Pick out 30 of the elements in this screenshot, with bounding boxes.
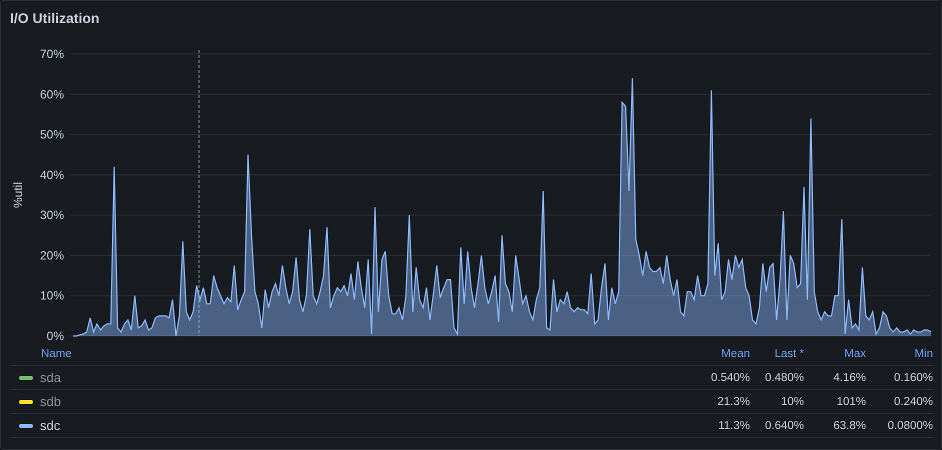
y-axis-label: %util xyxy=(11,182,25,208)
table-cell: 0.240% xyxy=(894,396,933,408)
y-tick-label: 20% xyxy=(40,248,64,262)
table-cell: 0.540% xyxy=(710,372,750,384)
column-header[interactable]: Name xyxy=(41,348,72,360)
panel-title: I/O Utilization xyxy=(9,9,100,28)
series-name[interactable]: sdb xyxy=(40,394,61,409)
y-tick-label: 70% xyxy=(40,47,64,61)
y-tick-label: 30% xyxy=(40,208,64,222)
column-header[interactable]: Min xyxy=(914,348,933,360)
y-tick-label: 10% xyxy=(40,288,64,303)
column-header[interactable]: Last * xyxy=(774,348,804,360)
y-tick-label: 40% xyxy=(40,168,64,182)
series-name[interactable]: sda xyxy=(40,370,61,385)
table-cell: 21.3% xyxy=(717,396,750,408)
column-header[interactable]: Mean xyxy=(721,348,750,360)
table-cell: 0.0800% xyxy=(888,420,933,432)
table-cell: 0.480% xyxy=(764,372,804,384)
table-cell: 0.640% xyxy=(764,420,804,432)
series-name[interactable]: sdc xyxy=(40,418,60,433)
table-cell: 10% xyxy=(780,396,804,408)
table-cell: 63.8% xyxy=(833,420,866,432)
y-tick-label: 0% xyxy=(46,329,64,342)
table-cell: 11.3% xyxy=(718,420,750,432)
table-cell: 0.160% xyxy=(894,372,933,384)
column-header[interactable]: Max xyxy=(844,348,866,360)
y-tick-label: 60% xyxy=(40,87,64,102)
table-cell: 4.16% xyxy=(833,372,866,384)
y-tick-label: 50% xyxy=(40,128,64,142)
table-cell: 101% xyxy=(836,396,866,408)
